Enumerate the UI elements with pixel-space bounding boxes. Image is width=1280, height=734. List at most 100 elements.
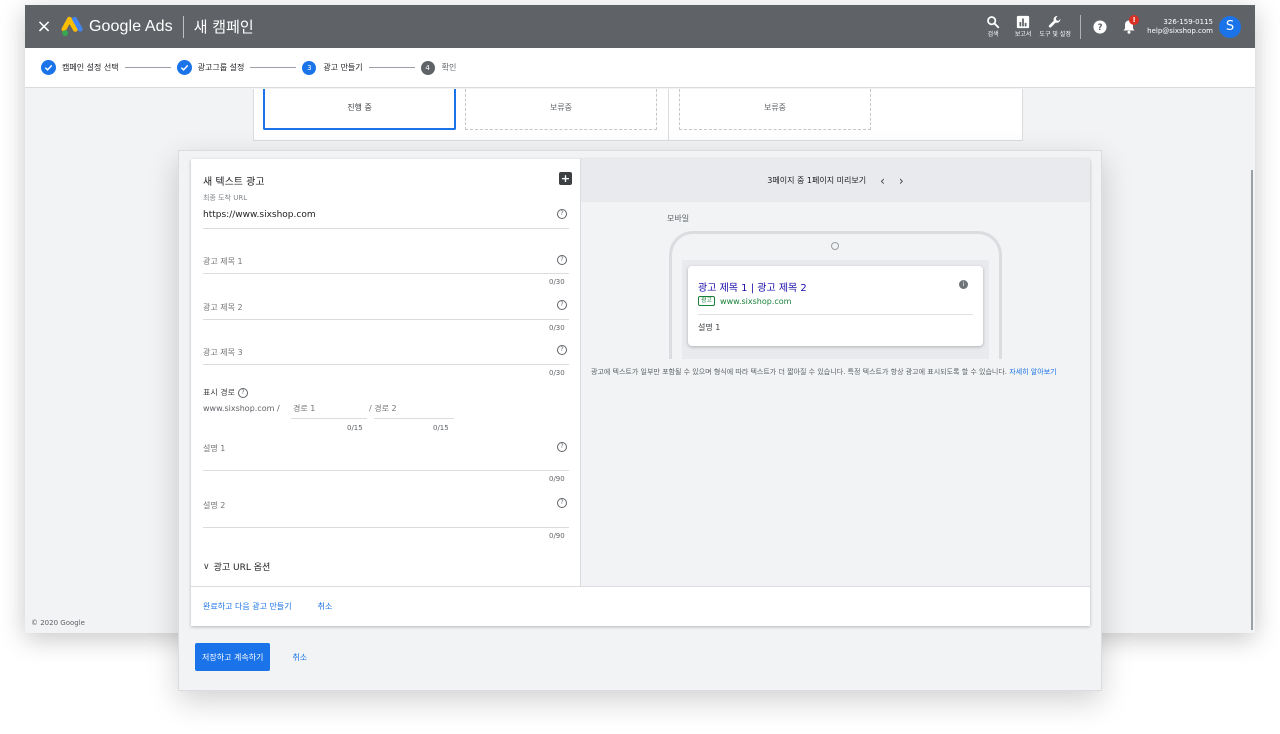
display-path-domain: www.sixshop.com / [203,404,280,413]
status-box-pending[interactable]: 보류중 [679,89,871,130]
account-id: 326-159-0115 [1163,17,1213,26]
step-campaign-settings[interactable]: 캠페인 설정 선택 [41,60,119,75]
description-2-input[interactable] [203,495,553,515]
headline-2-counter: 0/30 [549,324,565,332]
svg-text:?: ? [1098,23,1103,33]
help-circle-icon[interactable]: ? [557,345,567,355]
help-circle-icon[interactable]: ? [557,255,567,265]
tools-settings-button[interactable]: 도구 및 설정 [1038,15,1072,38]
page-title: 새 캠페인 [193,18,254,36]
phone-screen: 광고 제목 1 | 광고 제목 2 i 광고 www.sixshop.com 설… [682,260,989,359]
account-info[interactable]: 326-159-0115 help@sixshop.com [1147,18,1213,36]
help-circle-icon[interactable]: ? [237,387,248,398]
status-divider [668,89,669,141]
field-underline [203,228,569,229]
headline-3-counter: 0/30 [549,369,565,377]
dialog-cancel-button[interactable]: 취소 [292,652,307,663]
path-1-input[interactable] [293,398,363,418]
description-1-counter: 0/90 [549,475,565,483]
headline-3-input[interactable] [203,342,553,362]
reports-tool-button[interactable]: 보고서 [1008,15,1038,38]
chevron-right-icon[interactable]: › [899,174,904,188]
scrollbar[interactable] [1251,170,1253,630]
url-options-label: 광고 URL 옵션 [213,563,271,573]
search-tool-label: 검색 [987,31,999,38]
help-circle-icon[interactable]: ? [557,498,567,508]
dialog-actions: 저장하고 계속하기 취소 [195,643,307,671]
top-bar: × Google Ads 새 캠페인 검색 보고서 도구 및 설정 ? ! 32… [25,5,1255,48]
done-and-next-button[interactable]: 완료하고 다음 광고 만들기 [203,601,292,612]
save-and-continue-button[interactable]: 저장하고 계속하기 [195,643,271,671]
description-1-input[interactable] [203,438,553,458]
ad-preview-url-row: 광고 www.sixshop.com [698,296,791,306]
tools-settings-label: 도구 및 설정 [1039,31,1071,38]
ad-editor-dialog: 새 텍스트 광고 + 최종 도착 URL ? ? 0/30 ? 0/30 ? 0… [178,150,1102,691]
progress-stepper: 캠페인 설정 선택 광고그룹 설정 3 광고 만들기 4 확인 [25,48,1255,88]
preview-header: 3페이지 중 1페이지 미리보기 ‹ › [581,159,1090,202]
status-box-active[interactable]: 진행 중 [263,89,456,130]
path-2-counter: 0/15 [433,424,449,432]
add-note-icon[interactable]: + [559,172,572,185]
step-review[interactable]: 4 확인 [420,60,456,75]
text-ad-editor: 새 텍스트 광고 + 최종 도착 URL ? ? 0/30 ? 0/30 ? 0… [191,159,1090,626]
reports-tool-label: 보고서 [1014,31,1032,38]
close-icon[interactable]: × [27,16,61,37]
info-icon[interactable]: i [959,280,968,289]
wrench-icon [1048,16,1061,28]
field-underline [203,273,569,274]
top-bar-tools: 검색 보고서 도구 및 설정 ? ! 326-159-0115 help@six… [978,5,1241,48]
step-number: 4 [420,60,435,75]
ad-form: 새 텍스트 광고 + 최종 도착 URL ? ? 0/30 ? 0/30 ? 0… [191,159,581,586]
path-1-counter: 0/15 [347,424,363,432]
phone-camera-icon [831,242,839,250]
tools-divider [1080,14,1082,39]
preview-page-label: 3페이지 중 1페이지 미리보기 [767,176,867,185]
help-icon[interactable]: ? [1093,19,1107,34]
step-label: 광고그룹 설정 [197,63,245,72]
notification-badge: ! [1129,14,1140,25]
field-underline [203,319,569,320]
step-adgroup-settings[interactable]: 광고그룹 설정 [176,60,245,75]
field-underline [291,418,367,419]
ad-preview-headline[interactable]: 광고 제목 1 | 광고 제목 2 [698,279,807,294]
path-2-input[interactable] [369,398,449,418]
step-connector [124,67,171,68]
preview-note-text: 광고에 텍스트가 일부만 포함될 수 있으며 형식에 따라 텍스트가 더 짧아질… [591,368,1008,376]
check-circle-icon [176,60,192,75]
avatar[interactable]: S [1219,15,1241,38]
headline-2-input[interactable] [203,297,553,317]
help-circle-icon[interactable]: ? [557,300,567,310]
step-connector [368,67,415,68]
ad-url-options-toggle[interactable]: ∨ 광고 URL 옵션 [203,560,271,574]
ad-badge: 광고 [698,296,716,306]
mobile-phone-frame: 광고 제목 1 | 광고 제목 2 i 광고 www.sixshop.com 설… [669,231,1002,359]
device-label: 모바일 [667,214,690,223]
step-create-ads[interactable]: 3 광고 만들기 [302,60,363,75]
final-url-input[interactable] [203,205,553,225]
ad-preview-description: 설명 1 [698,323,721,332]
brand-name: Google Ads [89,17,173,35]
ad-preview-panel: 3페이지 중 1페이지 미리보기 ‹ › 모바일 광고 제목 1 | 광고 제목… [581,159,1090,586]
reports-icon [1017,15,1030,29]
headline-1-counter: 0/30 [549,278,565,286]
learn-more-link[interactable]: 자세히 알아보기 [1009,368,1056,376]
notifications-button[interactable]: ! [1121,14,1140,35]
chevron-left-icon[interactable]: ‹ [880,174,885,188]
check-circle-icon [41,60,56,75]
status-box-pending[interactable]: 보류중 [465,89,657,130]
editor-cancel-button[interactable]: 취소 [318,601,333,612]
step-number: 3 [302,60,317,75]
field-underline [203,470,569,471]
preview-note: 광고에 텍스트가 일부만 포함될 수 있으며 형식에 따라 텍스트가 더 짧아질… [591,367,1087,377]
ad-preview-card: 광고 제목 1 | 광고 제목 2 i 광고 www.sixshop.com 설… [688,266,983,346]
ad-preview-url: www.sixshop.com [720,296,792,306]
help-circle-icon[interactable]: ? [557,442,567,452]
help-circle-icon[interactable]: ? [557,209,567,219]
form-title: 새 텍스트 광고 [203,177,265,188]
headline-1-input[interactable] [203,251,553,271]
field-underline [203,527,569,528]
editor-footer: 완료하고 다음 광고 만들기 취소 [191,586,1090,626]
search-tool-button[interactable]: 검색 [978,15,1008,38]
copyright: © 2020 Google [31,619,85,627]
step-connector [250,67,297,68]
